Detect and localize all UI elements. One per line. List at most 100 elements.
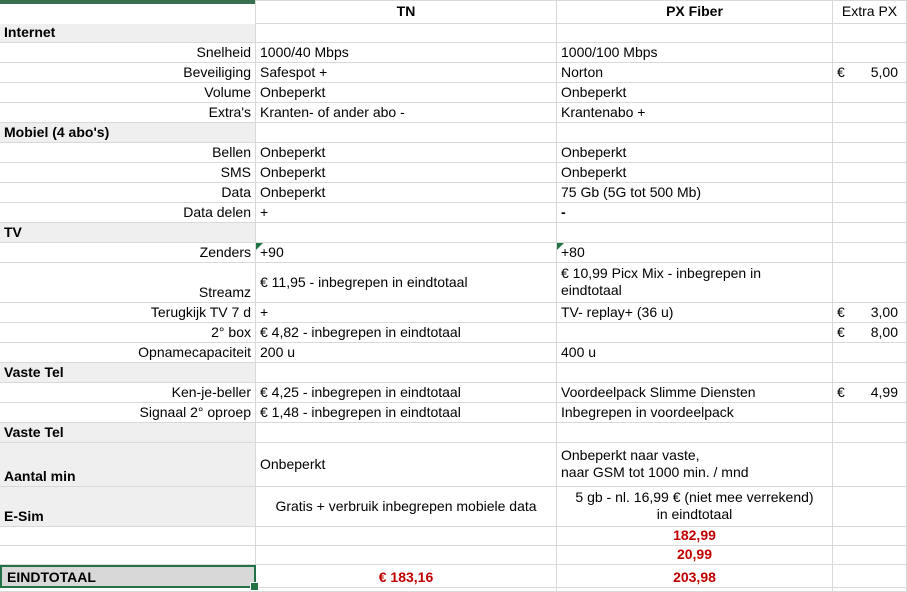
cell-px-streamz[interactable]: € 10,99 Picx Mix - inbegrepen in eindtot… [557,263,833,303]
column-header-px[interactable]: PX Fiber [557,0,833,24]
cell-tn-extras[interactable]: Kranten- of ander abo - [256,103,557,123]
cell-label-ken-je-beller[interactable]: Ken-je-beller [0,383,256,403]
cell-tn-eindtotaal[interactable]: € 183,16 [256,565,557,588]
cell-extra-tv[interactable] [833,223,907,243]
cell-extra-mobiel[interactable] [833,123,907,143]
cell-label-zenders[interactable]: Zenders [0,243,256,263]
cell-label-subtotal-px-1[interactable] [0,527,256,546]
cell-label-eindtotaal[interactable]: EINDTOTAAL [0,565,256,588]
cell-px-data[interactable]: 75 Gb (5G tot 500 Mb) [557,183,833,203]
cell-tn-vaste-tel-2[interactable] [256,423,557,443]
cell-label-vaste-tel-2[interactable]: Vaste Tel [0,423,256,443]
cell-extra-volume[interactable] [833,83,907,103]
cell-label-extras[interactable]: Extra's [0,103,256,123]
cell-px-opnamecapaciteit[interactable]: 400 u [557,343,833,363]
cell-extra-snelheid[interactable] [833,43,907,63]
cell-label-tv[interactable]: TV [0,223,256,243]
cell-extra-vaste-tel-2[interactable] [833,423,907,443]
cell-tn-tweede-box[interactable]: € 4,82 - inbegrepen in eindtotaal [256,323,557,343]
cell-tn-mobiel[interactable] [256,123,557,143]
cell-tn-vaste-tel-1[interactable] [256,363,557,383]
cell-extra-extras[interactable] [833,103,907,123]
cell-px-vaste-tel-2[interactable] [557,423,833,443]
cell-extra-tweede-box[interactable]: €8,00 [833,323,907,343]
cell-extra-data[interactable] [833,183,907,203]
cell-px-aantal-min[interactable]: Onbeperkt naar vaste, naar GSM tot 1000 … [557,443,833,487]
cell-label-data[interactable]: Data [0,183,256,203]
cell-tn-snelheid[interactable]: 1000/40 Mbps [256,43,557,63]
cell-px-beveiliging[interactable]: Norton [557,63,833,83]
cell-extra-aantal-min[interactable] [833,443,907,487]
cell-tn-subtotal-px-1[interactable] [256,527,557,546]
cell-extra-eindtotaal[interactable] [833,565,907,588]
cell-tn-beveiliging[interactable]: Safespot + [256,63,557,83]
cell-px-subtotal-px-2[interactable]: 20,99 [557,546,833,565]
cell-px-vaste-tel-1[interactable] [557,363,833,383]
cell-extra-bellen[interactable] [833,143,907,163]
cell-px-mobiel[interactable] [557,123,833,143]
cell-extra-streamz[interactable] [833,263,907,303]
cell-px-internet[interactable] [557,24,833,43]
cell-px-zenders[interactable]: +80 [557,243,833,263]
cell-px-data-delen[interactable]: - [557,203,833,223]
cell-extra-sms[interactable] [833,163,907,183]
cell-tn-subtotal-px-2[interactable] [256,546,557,565]
cell-label-mobiel[interactable]: Mobiel (4 abo's) [0,123,256,143]
cell-label-sms[interactable]: SMS [0,163,256,183]
cell-extra-zenders[interactable] [833,243,907,263]
cell-label-tweede-box[interactable]: 2° box [0,323,256,343]
cell-px-tweede-box[interactable] [557,323,833,343]
cell-tn-bellen[interactable]: Onbeperkt [256,143,557,163]
cell-tn-bottom-sliver[interactable] [256,588,557,592]
cell-label-subtotal-px-2[interactable] [0,546,256,565]
cell-tn-data-delen[interactable]: + [256,203,557,223]
cell-tn-sms[interactable]: Onbeperkt [256,163,557,183]
cell-extra-bottom-sliver[interactable] [833,588,907,592]
cell-tn-data[interactable]: Onbeperkt [256,183,557,203]
cell-extra-opnamecapaciteit[interactable] [833,343,907,363]
cell-px-e-sim[interactable]: 5 gb - nl. 16,99 € (niet mee verrekend) … [557,487,833,527]
cell-label-internet[interactable]: Internet [0,24,256,43]
cell-label-e-sim[interactable]: E-Sim [0,487,256,527]
cell-label-bottom-sliver[interactable] [0,588,256,592]
cell-extra-ken-je-beller[interactable]: €4,99 [833,383,907,403]
cell-px-sms[interactable]: Onbeperkt [557,163,833,183]
cell-label-vaste-tel-1[interactable]: Vaste Tel [0,363,256,383]
cell-px-bellen[interactable]: Onbeperkt [557,143,833,163]
cell-label-streamz[interactable]: Streamz [0,263,256,303]
cell-tn-streamz[interactable]: € 11,95 - inbegrepen in eindtotaal [256,263,557,303]
cell-tn-e-sim[interactable]: Gratis + verbruik inbegrepen mobiele dat… [256,487,557,527]
cell-tn-terugkijk-tv[interactable]: + [256,303,557,323]
cell-extra-subtotal-px-2[interactable] [833,546,907,565]
cell-px-tv[interactable] [557,223,833,243]
cell-px-terugkijk-tv[interactable]: TV- replay+ (36 u) [557,303,833,323]
cell-px-snelheid[interactable]: 1000/100 Mbps [557,43,833,63]
cell-label-opnamecapaciteit[interactable]: Opnamecapaciteit [0,343,256,363]
cell-extra-subtotal-px-1[interactable] [833,527,907,546]
cell-extra-internet[interactable] [833,24,907,43]
cell-label-snelheid[interactable]: Snelheid [0,43,256,63]
cell-label-terugkijk-tv[interactable]: Terugkijk TV 7 d [0,303,256,323]
cell-label-bellen[interactable]: Bellen [0,143,256,163]
cell-tn-aantal-min[interactable]: Onbeperkt [256,443,557,487]
cell-extra-beveiliging[interactable]: €5,00 [833,63,907,83]
cell-tn-tv[interactable] [256,223,557,243]
cell-px-eindtotaal[interactable]: 203,98 [557,565,833,588]
cell-px-signaal-2-oproep[interactable]: Inbegrepen in voordeelpack [557,403,833,423]
cell-tn-zenders[interactable]: +90 [256,243,557,263]
column-header-label[interactable] [0,0,256,24]
cell-label-beveiliging[interactable]: Beveiliging [0,63,256,83]
cell-px-ken-je-beller[interactable]: Voordeelpack Slimme Diensten [557,383,833,403]
cell-px-extras[interactable]: Krantenabo + [557,103,833,123]
cell-extra-signaal-2-oproep[interactable] [833,403,907,423]
cell-tn-ken-je-beller[interactable]: € 4,25 - inbegrepen in eindtotaal [256,383,557,403]
cell-px-subtotal-px-1[interactable]: 182,99 [557,527,833,546]
cell-tn-volume[interactable]: Onbeperkt [256,83,557,103]
cell-label-data-delen[interactable]: Data delen [0,203,256,223]
column-header-extra[interactable]: Extra PX [833,0,907,24]
cell-extra-e-sim[interactable] [833,487,907,527]
cell-tn-opnamecapaciteit[interactable]: 200 u [256,343,557,363]
cell-tn-internet[interactable] [256,24,557,43]
cell-label-aantal-min[interactable]: Aantal min [0,443,256,487]
cell-px-bottom-sliver[interactable] [557,588,833,592]
